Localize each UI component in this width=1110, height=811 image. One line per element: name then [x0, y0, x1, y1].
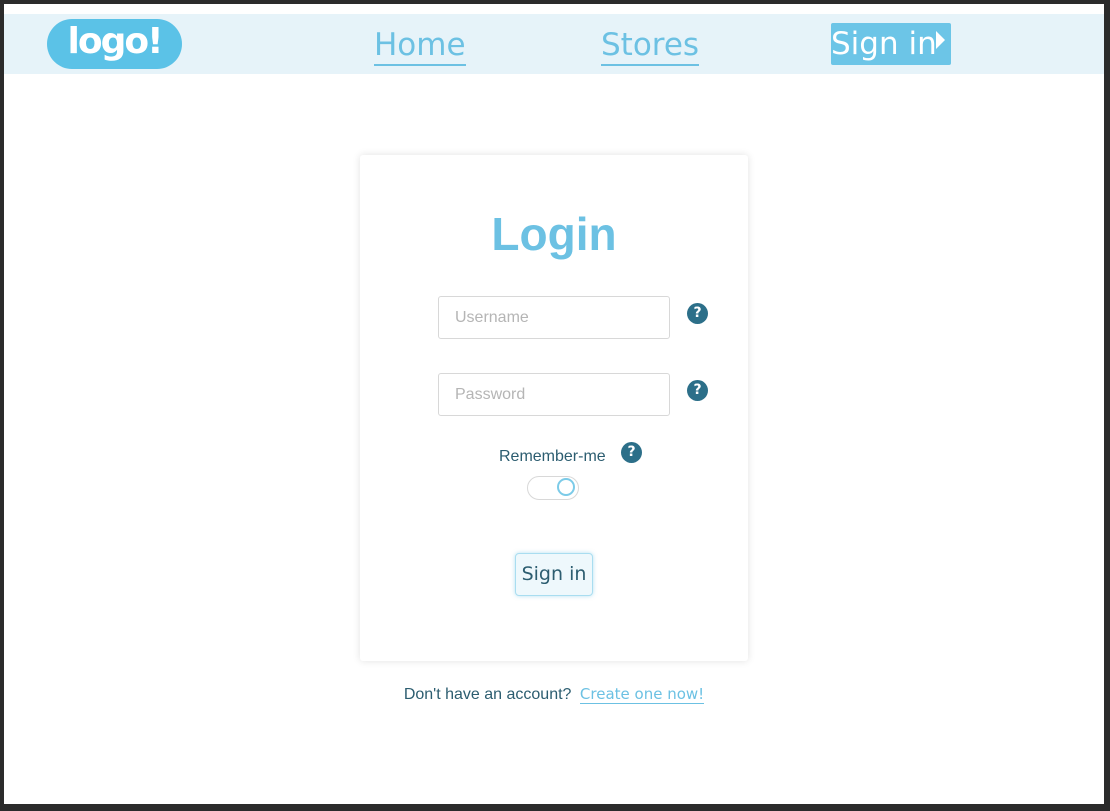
- caret-right-icon: [936, 31, 945, 49]
- browser-viewport: logo! Home Stores Sign in Login ? ? Reme…: [4, 4, 1104, 804]
- nav-signin-label: Sign in: [831, 26, 937, 62]
- logo-text: logo!: [67, 21, 164, 62]
- create-account-link[interactable]: Create one now!: [579, 685, 705, 704]
- password-input[interactable]: [438, 373, 670, 416]
- password-help-icon[interactable]: ?: [687, 380, 708, 401]
- login-card: Login ? ? Remember-me ? Sign in: [360, 155, 748, 661]
- username-input[interactable]: [438, 296, 670, 339]
- toggle-knob: [557, 478, 575, 496]
- remember-me-help-icon[interactable]: ?: [621, 442, 642, 463]
- nav-home-link[interactable]: Home: [374, 26, 466, 66]
- nav-stores-link[interactable]: Stores: [601, 26, 700, 66]
- login-title: Login: [491, 208, 617, 260]
- username-help-icon[interactable]: ?: [687, 303, 708, 324]
- top-navigation-bar: logo! Home Stores Sign in: [4, 14, 1104, 74]
- remember-me-label: Remember-me: [499, 448, 606, 465]
- signup-prompt-row: Don't have an account? Create one now!: [4, 685, 1104, 704]
- logo[interactable]: logo!: [47, 19, 182, 69]
- nav-signin-button[interactable]: Sign in: [831, 23, 951, 65]
- signin-submit-button[interactable]: Sign in: [515, 553, 593, 596]
- signup-prompt-text: Don't have an account?: [403, 686, 572, 703]
- remember-me-toggle[interactable]: [527, 476, 579, 500]
